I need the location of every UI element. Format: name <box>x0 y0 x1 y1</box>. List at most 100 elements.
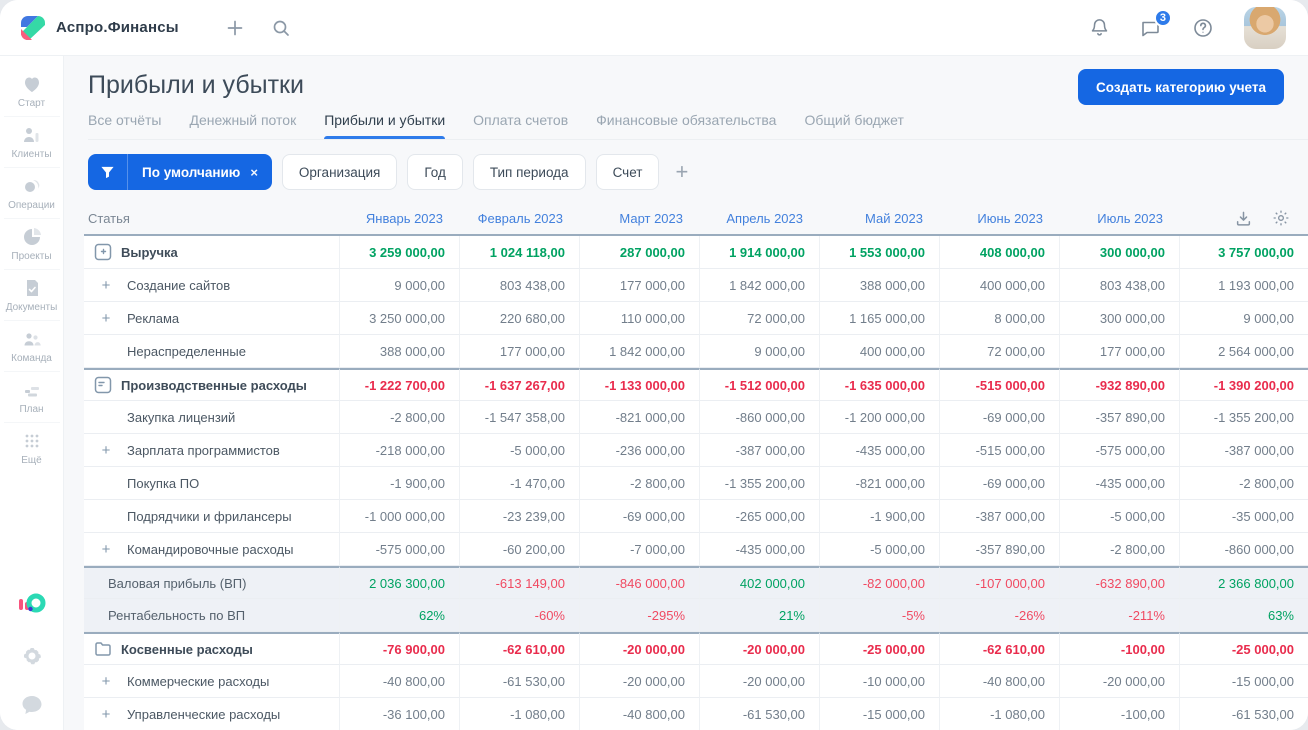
article-cell: Рентабельность по ВП <box>84 599 339 632</box>
value-cell: -1 635 000,00 <box>819 368 939 401</box>
tab-4[interactable]: Оплата счетов <box>473 112 568 139</box>
table-row[interactable]: Косвенные расходы -76 900,00 -62 610,00 -20… <box>84 632 1308 665</box>
value-cell: -25 000,00 <box>1179 632 1308 665</box>
table-row[interactable]: Подрядчики и фрилансеры -1 000 000,00 -23 … <box>84 500 1308 533</box>
box-plus-icon[interactable] <box>94 243 112 261</box>
expand-plus-icon[interactable]: + <box>94 706 118 723</box>
clients-icon <box>21 124 43 146</box>
table-row[interactable]: Нераспределенные 388 000,00 177 000,00 1 84… <box>84 335 1308 368</box>
table-row[interactable]: Выручка 3 259 000,00 1 024 118,00 287 000,0… <box>84 236 1308 269</box>
download-icon[interactable] <box>1235 210 1252 227</box>
folder-icon[interactable] <box>94 640 112 658</box>
row-label: Создание сайтов <box>127 277 231 293</box>
sidebar-item-5[interactable]: Документы <box>3 270 60 321</box>
create-category-button[interactable]: Создать категорию учета <box>1078 69 1284 105</box>
brand[interactable]: Аспро.Финансы <box>20 15 179 41</box>
table-row[interactable]: Закупка лицензий -2 800,00 -1 547 358,00 -8… <box>84 401 1308 434</box>
search-icon[interactable] <box>271 18 291 38</box>
column-header-month-3[interactable]: Март 2023 <box>579 202 699 236</box>
filter-chip-1[interactable]: Организация <box>281 154 398 190</box>
expand-plus-icon[interactable]: + <box>94 277 118 294</box>
table-row[interactable]: + Создание сайтов 9 000,00 803 438,00 177 0… <box>84 269 1308 302</box>
box-lines-icon[interactable] <box>94 376 112 394</box>
chat-bubble-icon[interactable] <box>20 694 44 716</box>
article-cell: + Создание сайтов <box>84 269 339 302</box>
expand-plus-icon[interactable]: + <box>94 442 118 459</box>
value-cell: -15 000,00 <box>819 698 939 730</box>
column-header-month-6[interactable]: Июнь 2023 <box>939 202 1059 236</box>
expand-plus-icon[interactable]: + <box>94 673 118 690</box>
settings-gear-icon[interactable] <box>20 644 44 668</box>
sidebar-item-7[interactable]: План <box>3 372 60 423</box>
table-row[interactable]: Рентабельность по ВП 62% -60% -295% 21% -5% -2… <box>84 599 1308 632</box>
sidebar-item-1[interactable]: Старт <box>3 66 60 117</box>
notifications-bell-icon[interactable] <box>1089 17 1110 38</box>
column-header-month-1[interactable]: Январь 2023 <box>339 202 459 236</box>
add-filter-icon[interactable]: + <box>675 161 688 183</box>
expand-plus-icon[interactable]: + <box>94 541 118 558</box>
column-header-month-4[interactable]: Апрель 2023 <box>699 202 819 236</box>
article-cell: Производственные расходы <box>84 368 339 401</box>
table-row[interactable]: + Реклама 3 250 000,00 220 680,00 110 000,0… <box>84 302 1308 335</box>
value-cell: -100,00 <box>1059 632 1179 665</box>
sidebar-item-4[interactable]: Проекты <box>3 219 60 270</box>
table-row[interactable]: Производственные расходы -1 222 700,00 -1 … <box>84 368 1308 401</box>
article-cell: Нераспределенные <box>84 335 339 368</box>
sidebar-item-label: Команда <box>11 353 52 364</box>
value-cell: 1 842 000,00 <box>699 269 819 302</box>
filter-chip-3[interactable]: Тип периода <box>472 154 586 190</box>
column-header-month-2[interactable]: Февраль 2023 <box>459 202 579 236</box>
more-grid-icon <box>21 430 43 452</box>
sidebar-item-label: Ещё <box>21 455 42 466</box>
filter-default-label: По умолчанию <box>142 164 241 180</box>
article-cell: Подрядчики и фрилансеры <box>84 500 339 533</box>
sidebar-item-label: Документы <box>5 302 58 313</box>
column-header-month-5[interactable]: Май 2023 <box>819 202 939 236</box>
filter-clear-icon[interactable]: × <box>248 165 272 180</box>
value-cell: -295% <box>579 599 699 632</box>
expand-plus-icon[interactable]: + <box>94 310 118 327</box>
value-cell: -60% <box>459 599 579 632</box>
value-cell: -2 800,00 <box>1179 467 1308 500</box>
value-cell: 402 000,00 <box>699 566 819 599</box>
topbar: Аспро.Финансы 3 <box>0 0 1308 56</box>
value-cell: -387 000,00 <box>1179 434 1308 467</box>
table-row[interactable]: + Командировочные расходы -575 000,00 -60 … <box>84 533 1308 566</box>
table-settings-gear-icon[interactable] <box>1272 209 1290 227</box>
messages-icon[interactable]: 3 <box>1140 8 1172 39</box>
table-tools <box>1179 202 1308 236</box>
row-label: Валовая прибыль (ВП) <box>108 575 247 591</box>
help-icon[interactable] <box>1192 17 1214 39</box>
sidebar-item-8[interactable]: Ещё <box>4 423 60 473</box>
tab-6[interactable]: Общий бюджет <box>804 112 903 139</box>
sidebar-item-3[interactable]: Операции <box>3 168 60 219</box>
filter-chip-2[interactable]: Год <box>407 154 463 190</box>
filter-chip-4[interactable]: Счет <box>595 154 660 190</box>
value-cell: 300 000,00 <box>1059 302 1179 335</box>
value-cell: -211% <box>1059 599 1179 632</box>
article-cell: Косвенные расходы <box>84 632 339 665</box>
filter-default-button[interactable]: По умолчанию × <box>88 154 272 190</box>
tab-2[interactable]: Денежный поток <box>189 112 296 139</box>
table-row[interactable]: + Управленческие расходы -36 100,00 -1 080… <box>84 698 1308 730</box>
tab-1[interactable]: Все отчёты <box>88 112 161 139</box>
value-cell: -25 000,00 <box>819 632 939 665</box>
tab-5[interactable]: Финансовые обязательства <box>596 112 776 139</box>
value-cell: -1 470,00 <box>459 467 579 500</box>
team-icon <box>21 328 43 350</box>
sidebar-item-2[interactable]: Клиенты <box>3 117 60 168</box>
tab-3[interactable]: Прибыли и убытки <box>324 112 445 139</box>
value-cell: -40 800,00 <box>939 665 1059 698</box>
table-row[interactable]: + Коммерческие расходы -40 800,00 -61 530,… <box>84 665 1308 698</box>
add-button[interactable] <box>225 18 245 38</box>
table-row[interactable]: Валовая прибыль (ВП) 2 036 300,00 -613 149… <box>84 566 1308 599</box>
table-row[interactable]: Покупка ПО -1 900,00 -1 470,00 -2 800,00 -1 … <box>84 467 1308 500</box>
column-header-month-7[interactable]: Июль 2023 <box>1059 202 1179 236</box>
sidebar-item-6[interactable]: Команда <box>3 321 60 372</box>
table-row[interactable]: + Зарплата программистов -218 000,00 -5 00… <box>84 434 1308 467</box>
user-avatar[interactable] <box>1244 6 1286 49</box>
value-cell: -36 100,00 <box>339 698 459 730</box>
value-cell: -435 000,00 <box>819 434 939 467</box>
product-logo-icon[interactable] <box>17 590 47 618</box>
value-cell: -60 200,00 <box>459 533 579 566</box>
